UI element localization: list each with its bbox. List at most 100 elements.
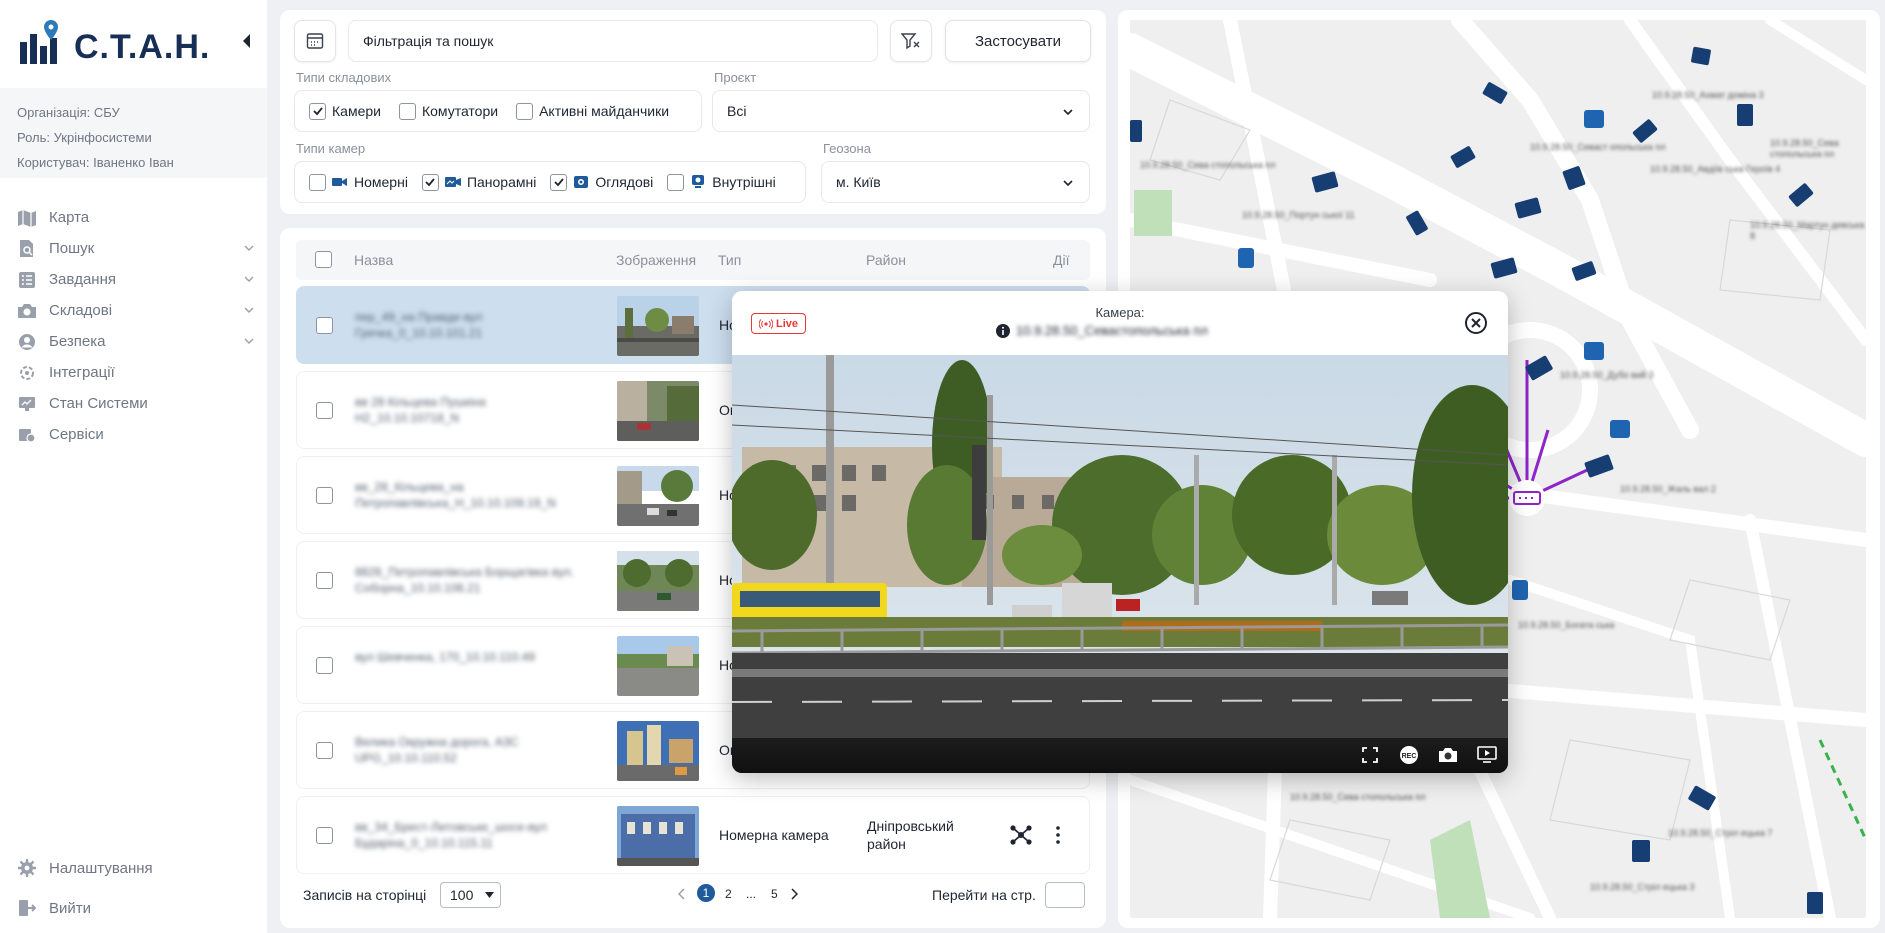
nav-item-search[interactable]: Пошук	[0, 233, 267, 264]
clear-filters-button[interactable]	[890, 20, 932, 62]
row-checkbox[interactable]	[316, 742, 333, 759]
checkbox-unchecked[interactable]	[309, 173, 326, 191]
header-district[interactable]: Район	[866, 252, 906, 268]
logout-icon	[17, 898, 37, 918]
caret-left-icon	[243, 34, 250, 48]
checkbox-panoramic-cameras[interactable]: Панорамні	[421, 173, 536, 191]
checkbox-unchecked[interactable]	[516, 102, 534, 120]
checkbox-number-cameras[interactable]: Номерні	[309, 173, 408, 191]
row-thumbnail[interactable]	[617, 551, 699, 611]
checkbox-cameras[interactable]: Камери	[309, 102, 381, 120]
row-thumbnail[interactable]	[617, 806, 699, 866]
gear-icon	[17, 858, 37, 878]
table-row[interactable]: вв_34_Брест-Литовське_шосе-вул Бударіна_…	[296, 796, 1090, 874]
camera-id: 10.9.28.50_Севастопольська пл	[996, 323, 1208, 338]
checkbox-checked[interactable]	[309, 102, 326, 120]
map-label: 10.9.28.50_Сева стопольська пл	[1140, 160, 1276, 170]
page-5[interactable]: 5	[771, 887, 778, 901]
checkbox-checked[interactable]	[550, 173, 568, 191]
map-label: 10.9.28.50_Жаль вал 2	[1620, 484, 1716, 494]
nav-item-map[interactable]: Карта	[0, 202, 267, 233]
playback-icon	[1477, 746, 1497, 763]
component-types-label: Типи складових	[296, 70, 392, 85]
map-label: 10.9.28.50_Сева стопольська пл	[1770, 138, 1839, 159]
select-all-checkbox[interactable]	[315, 251, 332, 268]
row-checkbox[interactable]	[316, 572, 333, 589]
close-popup-button[interactable]	[1464, 311, 1488, 335]
nav-item-system-status[interactable]: Стан Системи	[0, 388, 267, 419]
more-actions-button[interactable]	[1054, 824, 1062, 849]
checkbox-indoor-cameras[interactable]: Внутрішні	[667, 173, 776, 191]
video-stream[interactable]: REC	[732, 355, 1508, 773]
chevron-down-icon	[244, 245, 254, 251]
toggle-filters-button[interactable]	[294, 20, 336, 62]
chevron-down-icon	[244, 338, 254, 344]
page-1[interactable]: 1	[697, 884, 715, 902]
camera-icon	[17, 301, 37, 321]
pagination: Записів на сторінці 100 1 2 ... 5 Перейт…	[280, 878, 1106, 918]
video-frame	[732, 355, 1508, 773]
checkbox-active-sites[interactable]: Активні майданчики	[516, 102, 669, 120]
checkbox-overview-cameras[interactable]: Оглядові	[550, 173, 654, 191]
per-page-value: 100	[450, 887, 474, 903]
geozone-select[interactable]: м. Київ	[821, 161, 1090, 203]
project-label: Проєкт	[714, 70, 757, 85]
nav-item-components[interactable]: Складові	[0, 295, 267, 326]
playback-button[interactable]	[1476, 745, 1498, 765]
app-logo[interactable]: С.Т.А.Н.	[20, 14, 210, 64]
project-value: Всі	[727, 103, 747, 119]
nav-item-integrations[interactable]: Інтеграції	[0, 357, 267, 388]
map-label: 10.9.28.50_Портун ської 11	[1242, 210, 1355, 220]
integration-icon	[17, 363, 37, 383]
chevron-down-icon	[244, 276, 254, 282]
topology-button[interactable]	[1009, 824, 1033, 849]
next-page-icon[interactable]	[790, 888, 798, 900]
checkbox-checked[interactable]	[421, 173, 439, 191]
checkbox-unchecked[interactable]	[667, 173, 685, 191]
nav-item-security[interactable]: Безпека	[0, 326, 267, 357]
row-thumbnail[interactable]	[617, 466, 699, 526]
project-select[interactable]: Всі	[712, 90, 1090, 132]
header-type[interactable]: Тип	[718, 252, 741, 268]
header-name[interactable]: Назва	[354, 252, 393, 268]
page-2[interactable]: 2	[725, 887, 732, 901]
per-page-select[interactable]: 100	[440, 882, 501, 908]
row-checkbox[interactable]	[316, 317, 333, 334]
services-icon	[17, 425, 37, 445]
row-thumbnail[interactable]	[617, 721, 699, 781]
row-thumbnail[interactable]	[617, 636, 699, 696]
clear-filter-icon	[901, 33, 920, 50]
filter-panel-icon	[306, 33, 324, 49]
checkbox-label: Комутатори	[421, 103, 499, 119]
row-name: вв_28_Кільцева_на Петропавлівська_Н_10.1…	[355, 480, 556, 510]
prev-page-icon[interactable]	[678, 888, 686, 900]
row-thumbnail[interactable]	[617, 296, 699, 356]
row-checkbox[interactable]	[316, 827, 333, 844]
row-name: вв 28 Кільцева Пушкіна Н2_10.10.10718_N	[355, 395, 486, 425]
nav-label: Завдання	[49, 271, 116, 288]
goto-page-input[interactable]	[1045, 882, 1085, 908]
row-thumbnail[interactable]	[617, 381, 699, 441]
checkbox-label: Оглядові	[595, 174, 654, 190]
nav-label: Інтеграції	[49, 364, 115, 381]
logout-button[interactable]: Вийти	[0, 888, 267, 928]
checkbox-label: Номерні	[354, 174, 408, 190]
row-district: Дніпровський район	[867, 818, 954, 852]
header-actions: Дії	[1053, 252, 1070, 268]
record-button[interactable]: REC	[1398, 745, 1420, 765]
row-checkbox[interactable]	[316, 402, 333, 419]
nav-item-tasks[interactable]: Завдання	[0, 264, 267, 295]
fullscreen-button[interactable]	[1359, 745, 1381, 765]
checkbox-switches[interactable]: Комутатори	[398, 102, 499, 120]
apply-button[interactable]: Застосувати	[945, 20, 1091, 62]
nav-label: Складові	[49, 302, 113, 319]
search-input[interactable]: Фільтрація та пошук	[348, 20, 878, 62]
nav-item-services[interactable]: Сервіси	[0, 419, 267, 450]
settings-button[interactable]: Налаштування	[0, 848, 267, 888]
row-checkbox[interactable]	[316, 657, 333, 674]
row-checkbox[interactable]	[316, 487, 333, 504]
camera-popup: Live Камера: 10.9.28.50_Севастопольська …	[732, 291, 1508, 773]
collapse-sidebar-button[interactable]	[240, 32, 254, 50]
checkbox-unchecked[interactable]	[398, 102, 416, 120]
snapshot-button[interactable]	[1437, 745, 1459, 765]
